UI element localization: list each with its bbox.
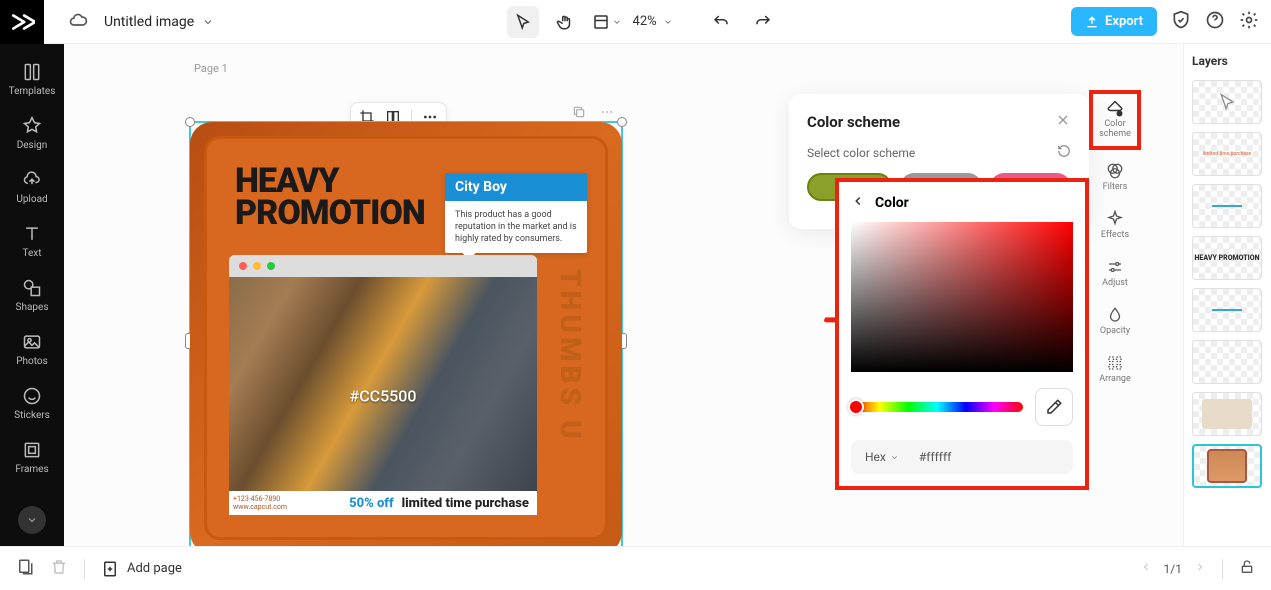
cloud-icon[interactable] xyxy=(68,10,88,34)
discount-text: 50% off xyxy=(349,496,394,511)
shield-icon[interactable] xyxy=(1171,10,1191,34)
hex-input-row: Hex #ffffff xyxy=(851,440,1073,474)
add-page-icon xyxy=(101,560,119,578)
export-button[interactable]: Export xyxy=(1071,7,1157,36)
document-title[interactable]: Untitled image xyxy=(104,14,214,30)
callout-body: This product has a good reputation in th… xyxy=(445,201,587,253)
promo-footer: +123-456-7890 www.capcut.com 50% off lim… xyxy=(229,491,537,515)
page-mini-tools xyxy=(572,104,614,123)
hex-overlay: #CC5500 xyxy=(350,387,417,406)
layers-panel: Layers limited time purchase HEAVY PROMO… xyxy=(1183,44,1271,546)
add-page-label: Add page xyxy=(127,561,182,576)
sidebar-upload[interactable]: Upload xyxy=(0,162,64,212)
right-tool-column: Color scheme Filters Effects Adjust Opac… xyxy=(1091,94,1139,390)
opacity-tool[interactable]: Opacity xyxy=(1100,300,1130,342)
promo-heading: HEAVY PROMOTION xyxy=(235,165,425,230)
hand-tool[interactable] xyxy=(549,6,581,38)
chevron-down-icon xyxy=(663,17,673,27)
settings-icon[interactable] xyxy=(1239,10,1259,34)
prev-page[interactable] xyxy=(1140,561,1152,576)
filters-tool[interactable]: Filters xyxy=(1103,156,1128,198)
layer-thumb[interactable] xyxy=(1192,184,1262,228)
upload-icon xyxy=(1085,15,1099,29)
panel-title: Color scheme xyxy=(807,113,900,131)
zoom-level[interactable]: 42% xyxy=(633,14,673,29)
redo-button[interactable] xyxy=(747,6,779,38)
page-label: Page 1 xyxy=(194,62,228,75)
color-scheme-tool[interactable]: Color scheme xyxy=(1089,90,1141,150)
page-navigation: 1/1 xyxy=(1140,559,1255,579)
layer-thumb[interactable]: HEAVY PROMOTION xyxy=(1192,236,1262,280)
sidebar-text[interactable]: Text xyxy=(0,216,64,266)
sidebar-frames[interactable]: Frames xyxy=(0,432,64,482)
adjust-tool[interactable]: Adjust xyxy=(1102,252,1128,294)
layer-thumb[interactable] xyxy=(1192,340,1262,384)
next-page[interactable] xyxy=(1194,561,1206,576)
hex-value[interactable]: #ffffff xyxy=(919,450,951,464)
reset-icon[interactable] xyxy=(1057,144,1071,161)
zoom-value: 42% xyxy=(633,14,657,29)
pages-icon[interactable] xyxy=(16,558,34,580)
help-icon[interactable] xyxy=(1205,10,1225,34)
select-tool[interactable] xyxy=(507,6,539,38)
eyedropper-button[interactable] xyxy=(1035,388,1073,426)
chevron-down-icon xyxy=(612,17,622,27)
chevron-down-icon xyxy=(202,16,214,28)
page-indicator: 1/1 xyxy=(1164,562,1182,576)
export-label: Export xyxy=(1105,14,1143,29)
trash-icon[interactable] xyxy=(50,558,68,580)
product-photo: #CC5500 xyxy=(229,277,537,515)
sidebar-more[interactable] xyxy=(18,506,46,534)
vertical-text: THUMBS U xyxy=(554,269,587,443)
sidebar-stickers[interactable]: Stickers xyxy=(0,378,64,428)
layer-thumb[interactable] xyxy=(1192,392,1262,436)
layer-thumb[interactable] xyxy=(1192,444,1262,488)
app-logo[interactable] xyxy=(0,0,44,44)
top-bar: Untitled image 42% Export xyxy=(0,0,1271,44)
hue-handle[interactable] xyxy=(848,399,864,415)
document-title-text: Untitled image xyxy=(104,14,194,30)
undo-button[interactable] xyxy=(705,6,737,38)
close-icon[interactable] xyxy=(1055,112,1071,132)
canvas-area[interactable]: Page 1 HEAVY PROMOTION xyxy=(64,44,1183,546)
resize-tool[interactable] xyxy=(591,6,623,38)
lock-icon[interactable] xyxy=(1239,559,1255,578)
more-icon[interactable] xyxy=(600,104,614,123)
cta-text: limited time purchase xyxy=(402,496,529,511)
callout-box: City Boy This product has a good reputat… xyxy=(445,173,587,253)
callout-title: City Boy xyxy=(445,173,587,201)
top-center-tools: 42% xyxy=(507,6,779,38)
hue-slider[interactable] xyxy=(851,402,1023,412)
browser-mockup: #CC5500 xyxy=(229,255,537,515)
panel-subtitle: Select color scheme xyxy=(807,146,915,160)
sidebar-shapes[interactable]: Shapes xyxy=(0,270,64,320)
layer-thumb[interactable]: limited time purchase xyxy=(1192,132,1262,176)
sidebar-photos[interactable]: Photos xyxy=(0,324,64,374)
color-format-select[interactable]: Hex xyxy=(865,450,899,464)
color-picker-title: Color xyxy=(875,195,909,211)
artboard-selection[interactable]: HEAVY PROMOTION City Boy This product ha… xyxy=(190,122,622,546)
main: Templates Design Upload Text Shapes Phot… xyxy=(0,44,1271,546)
add-page-button[interactable]: Add page xyxy=(101,560,182,578)
artboard: HEAVY PROMOTION City Boy This product ha… xyxy=(190,122,622,546)
duplicate-icon[interactable] xyxy=(572,104,586,123)
sidebar-design[interactable]: Design xyxy=(0,108,64,158)
color-picker-popup: Color Hex #ffffff xyxy=(835,178,1089,490)
top-right: Export xyxy=(1071,7,1259,36)
left-sidebar: Templates Design Upload Text Shapes Phot… xyxy=(0,44,64,546)
layer-thumb[interactable] xyxy=(1192,80,1262,124)
sidebar-templates[interactable]: Templates xyxy=(0,54,64,104)
back-icon[interactable] xyxy=(851,194,865,212)
layers-title: Layers xyxy=(1192,54,1263,68)
effects-tool[interactable]: Effects xyxy=(1101,204,1129,246)
arrange-tool[interactable]: Arrange xyxy=(1099,348,1131,390)
bottom-bar: Add page 1/1 xyxy=(0,546,1271,590)
saturation-value-picker[interactable] xyxy=(851,222,1073,372)
layer-thumb[interactable] xyxy=(1192,288,1262,332)
